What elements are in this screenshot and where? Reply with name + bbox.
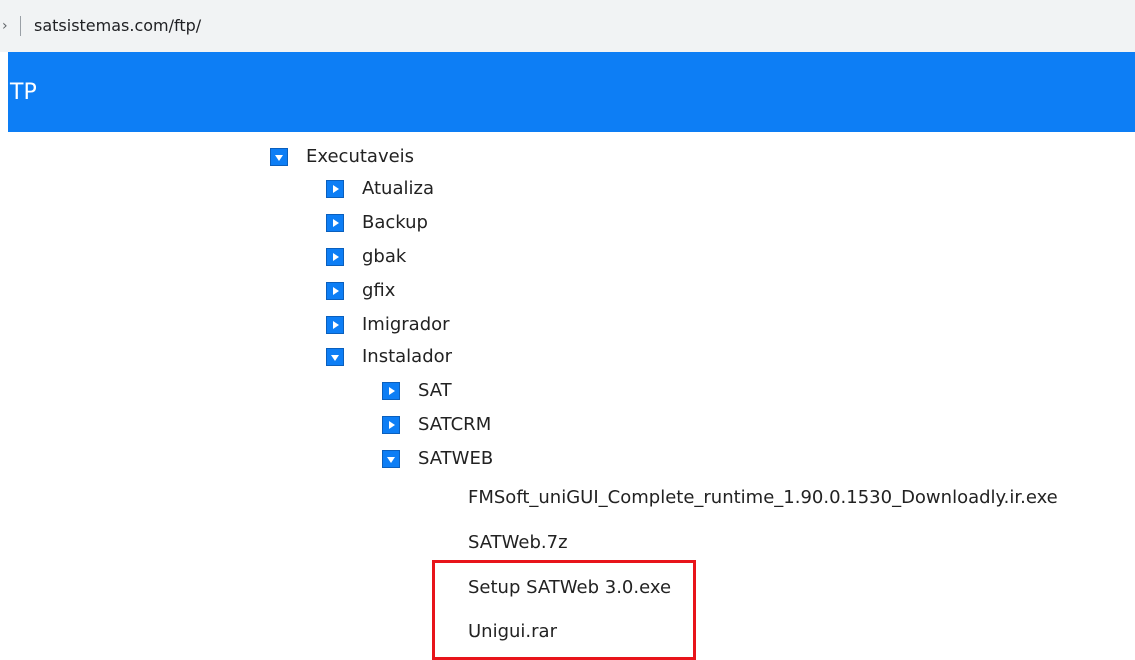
tree-node-backup[interactable]: Backup	[326, 208, 428, 238]
tree-node-label: Instalador	[362, 346, 453, 367]
collapsed-toggle-icon[interactable]	[326, 248, 344, 266]
highlight-annotation-box	[432, 560, 696, 660]
expanded-toggle-icon[interactable]	[382, 450, 400, 468]
collapsed-toggle-icon[interactable]	[382, 382, 400, 400]
tree-node-imigrador[interactable]: Imigrador	[326, 310, 450, 340]
tree-node-label: SAT	[418, 380, 452, 401]
file-link-satweb-7z[interactable]: SATWeb.7z	[468, 528, 568, 558]
collapsed-toggle-icon[interactable]	[326, 282, 344, 300]
tree-node-gfix[interactable]: gfix	[326, 276, 395, 306]
tree-node-label: gfix	[362, 280, 396, 301]
collapsed-toggle-icon[interactable]	[382, 416, 400, 434]
tree-node-instalador[interactable]: Instalador	[326, 342, 452, 372]
collapsed-toggle-icon[interactable]	[326, 316, 344, 334]
expanded-toggle-icon[interactable]	[270, 148, 288, 166]
page-header: TP	[8, 52, 1135, 132]
page-title: TP	[10, 80, 37, 105]
browser-address-bar[interactable]: › satsistemas.com/ftp/	[0, 0, 1135, 52]
tree-node-label: gbak	[362, 246, 407, 267]
tree-node-gbak[interactable]: gbak	[326, 242, 406, 272]
tree-node-sat[interactable]: SAT	[382, 376, 452, 406]
tree-node-label: SATWEB	[418, 448, 494, 469]
collapsed-toggle-icon[interactable]	[326, 180, 344, 198]
url-text[interactable]: satsistemas.com/ftp/	[34, 15, 201, 37]
tree-node-label: SATCRM	[418, 414, 492, 435]
collapsed-toggle-icon[interactable]	[326, 214, 344, 232]
tree-node-label: Imigrador	[362, 314, 450, 335]
tree-node-label: Atualiza	[362, 178, 434, 199]
tree-node-satweb[interactable]: SATWEB	[382, 444, 493, 474]
page-info-icon[interactable]: ›	[2, 16, 8, 36]
expanded-toggle-icon[interactable]	[326, 348, 344, 366]
address-bar-separator	[20, 16, 21, 36]
tree-node-label: Executaveis	[306, 146, 415, 167]
tree-node-label: Backup	[362, 212, 428, 233]
tree-node-satcrm[interactable]: SATCRM	[382, 410, 491, 440]
tree-node-atualiza[interactable]: Atualiza	[326, 174, 434, 204]
tree-node-executaveis[interactable]: Executaveis	[270, 142, 414, 172]
file-link-fmsoft-runtime[interactable]: FMSoft_uniGUI_Complete_runtime_1.90.0.15…	[468, 483, 1058, 513]
